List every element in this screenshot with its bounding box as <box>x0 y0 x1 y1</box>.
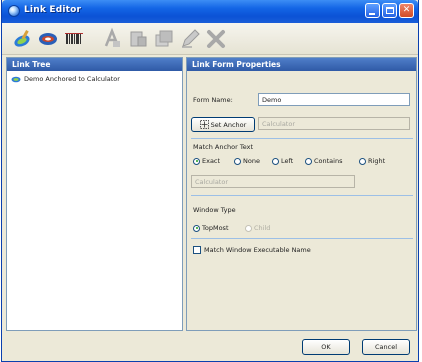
link-new-icon <box>14 30 30 47</box>
window-title: Link Editor <box>24 5 82 15</box>
close-button[interactable]: ✕ <box>399 3 414 18</box>
anchor-text-icon <box>104 27 120 47</box>
stack-icon <box>155 30 173 47</box>
link-tree-header: Link Tree <box>7 58 182 71</box>
minimize-icon <box>369 13 375 15</box>
window-type-child-radio[interactable]: Child <box>245 224 270 232</box>
divider <box>191 195 413 196</box>
divider <box>191 238 413 239</box>
divider <box>191 138 413 139</box>
link-form-properties-header: Link Form Properties <box>187 58 416 71</box>
match-exact-radio[interactable]: Exact <box>193 157 220 165</box>
set-anchor-button[interactable]: Set Anchor <box>191 117 255 132</box>
form-button[interactable] <box>126 27 150 51</box>
form-name-input[interactable]: Demo <box>258 93 410 106</box>
window-type-label: Window Type <box>193 206 236 214</box>
radio-dot <box>272 157 279 165</box>
match-window-exe-label: Match Window Executable Name <box>204 246 311 254</box>
radio-dot <box>359 157 366 165</box>
ok-button[interactable]: OK <box>302 339 350 355</box>
maximize-button[interactable] <box>382 3 397 18</box>
radio-dot <box>193 157 200 165</box>
link-item-icon <box>11 76 21 82</box>
stack-button[interactable] <box>152 27 176 51</box>
form-name-label: Form Name: <box>193 96 233 104</box>
tree-item-label: Demo Anchored to Calculator <box>24 75 120 83</box>
close-icon: ✕ <box>402 5 411 15</box>
match-none-radio[interactable]: None <box>234 157 260 165</box>
link-editor-window: Link Editor ✕ Link Tree Demo Anchored to… <box>1 0 419 362</box>
match-left-radio[interactable]: Left <box>272 157 293 165</box>
link-tree-pane: Link Tree Demo Anchored to Calculator <box>6 57 183 331</box>
link-open-icon <box>39 33 57 45</box>
maximize-icon <box>386 7 394 14</box>
barcode-button[interactable] <box>62 27 86 51</box>
pen-icon <box>182 29 200 48</box>
window-type-topmost-radio[interactable]: TopMost <box>193 224 229 232</box>
cancel-button[interactable]: Cancel <box>362 339 410 355</box>
app-icon <box>8 5 20 17</box>
match-contains-radio[interactable]: Contains <box>305 157 342 165</box>
crosshair-icon <box>199 120 209 129</box>
barcode-icon <box>65 33 83 44</box>
checkbox-box <box>193 246 201 254</box>
open-link-button[interactable] <box>36 27 60 51</box>
minimize-button[interactable] <box>365 3 380 18</box>
match-text-input[interactable]: Calculator <box>191 175 355 188</box>
tree-item[interactable]: Demo Anchored to Calculator <box>11 74 120 84</box>
radio-dot <box>245 224 252 232</box>
set-anchor-label: Set Anchor <box>210 120 247 129</box>
anchor-text-button[interactable] <box>100 27 124 51</box>
radio-dot <box>305 157 312 165</box>
new-link-button[interactable] <box>10 27 34 51</box>
delete-button[interactable] <box>204 27 228 51</box>
radio-dot <box>193 224 200 232</box>
match-window-exe-checkbox[interactable]: Match Window Executable Name <box>193 246 311 254</box>
form-icon <box>130 31 147 47</box>
delete-icon <box>207 30 225 48</box>
match-right-radio[interactable]: Right <box>359 157 385 165</box>
match-anchor-text-label: Match Anchor Text <box>193 143 254 151</box>
toolbar <box>2 23 418 55</box>
radio-dot <box>234 157 241 165</box>
anchor-value-input[interactable]: Calculator <box>258 117 410 130</box>
link-form-properties-pane: Link Form Properties Form Name: Demo Set… <box>186 57 417 331</box>
edit-button[interactable] <box>178 27 202 51</box>
title-bar: Link Editor ✕ <box>2 0 418 23</box>
